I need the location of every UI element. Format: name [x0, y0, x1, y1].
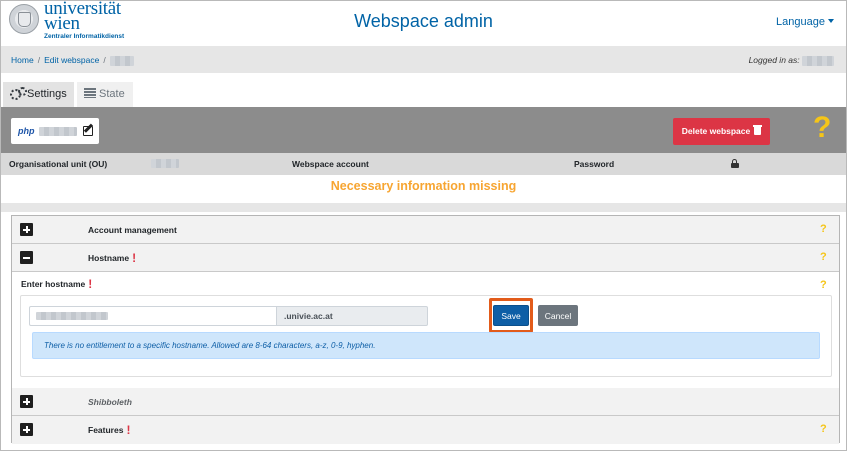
- column-header-row: Organisational unit (OU) Webspace accoun…: [1, 153, 846, 175]
- logo-subtitle: Zentraler Informatikdienst: [44, 33, 125, 40]
- redacted-ou-value: [151, 159, 179, 168]
- lock-icon: [731, 159, 739, 168]
- hostname-panel: Enter hostname! ? .univie.ac.at Save Can…: [12, 272, 839, 389]
- column-account: Webspace account: [292, 159, 369, 169]
- column-ou: Organisational unit (OU): [9, 159, 108, 169]
- breadcrumb-bar: Home / Edit webspace / Logged in as:: [1, 46, 846, 73]
- expand-plus-icon[interactable]: [20, 223, 33, 236]
- section-features[interactable]: Features! ?: [12, 416, 839, 444]
- redacted-php-version: [39, 127, 77, 136]
- delete-webspace-label: Delete webspace: [681, 126, 751, 136]
- php-version-box: php: [11, 118, 99, 144]
- hostname-label-text: Hostname: [88, 253, 130, 263]
- missing-info-alert: Necessary information missing: [330, 179, 517, 193]
- section-hostname[interactable]: Hostname! ?: [12, 244, 839, 272]
- enter-hostname-text: Enter hostname: [21, 279, 86, 289]
- tab-state-label: State: [99, 88, 125, 100]
- php-label: php: [18, 126, 35, 136]
- cancel-button[interactable]: Cancel: [538, 305, 578, 326]
- language-dropdown[interactable]: Language: [776, 16, 834, 28]
- caret-down-icon: [828, 19, 834, 23]
- breadcrumb-separator: /: [37, 55, 41, 65]
- collapse-minus-icon[interactable]: [20, 251, 33, 264]
- table-icon: [84, 88, 96, 98]
- redacted-username: [802, 55, 834, 66]
- help-icon[interactable]: ?: [820, 423, 827, 435]
- language-label: Language: [776, 16, 825, 28]
- logged-in-label: Logged in as:: [748, 55, 800, 65]
- required-icon: !: [132, 251, 137, 265]
- required-icon: !: [88, 277, 93, 291]
- redacted-hostname-value: [36, 312, 108, 320]
- section-features-label: Features!: [88, 423, 131, 437]
- tab-bar: Settings State: [1, 73, 846, 107]
- tab-state[interactable]: State: [77, 82, 133, 107]
- settings-card: Account management ? Hostname! ? Enter h…: [11, 215, 840, 444]
- breadcrumb-edit-webspace-link[interactable]: Edit webspace: [44, 55, 99, 65]
- logged-in-info: Logged in as:: [749, 55, 834, 66]
- app-title: Webspace admin: [354, 11, 493, 31]
- tab-settings-label: Settings: [27, 88, 67, 100]
- delete-webspace-button[interactable]: Delete webspace: [673, 118, 770, 145]
- gears-icon: [10, 87, 27, 100]
- section-account-management[interactable]: Account management ?: [12, 216, 839, 244]
- trash-icon: [753, 125, 763, 135]
- webspace-toolbar: php Delete webspace ?: [1, 107, 846, 153]
- section-divider: [1, 203, 846, 212]
- breadcrumb: Home / Edit webspace /: [11, 55, 134, 66]
- hostname-suffix: .univie.ac.at: [277, 306, 428, 326]
- save-button[interactable]: Save: [493, 305, 529, 326]
- section-account-management-label: Account management: [88, 225, 177, 235]
- help-icon[interactable]: ?: [813, 113, 831, 143]
- app-header: universität wien Zentraler Informatikdien…: [1, 0, 846, 46]
- column-password: Password: [574, 159, 615, 169]
- edit-icon[interactable]: [83, 126, 93, 136]
- section-shibboleth[interactable]: Shibboleth: [12, 388, 839, 416]
- help-icon[interactable]: ?: [820, 251, 827, 263]
- hostname-form: .univie.ac.at Save Cancel There is no en…: [20, 295, 832, 377]
- expand-plus-icon[interactable]: [20, 395, 33, 408]
- features-label-text: Features: [88, 425, 124, 435]
- enter-hostname-label: Enter hostname!: [21, 277, 93, 291]
- tab-settings[interactable]: Settings: [3, 82, 74, 107]
- help-icon[interactable]: ?: [820, 223, 827, 235]
- help-icon[interactable]: ?: [820, 279, 827, 291]
- expand-plus-icon[interactable]: [20, 423, 33, 436]
- breadcrumb-home-link[interactable]: Home: [11, 55, 34, 65]
- redacted-webspace-name: [109, 55, 134, 66]
- section-hostname-label: Hostname!: [88, 251, 137, 265]
- hostname-info-alert: There is no entitlement to a specific ho…: [32, 332, 820, 359]
- required-icon: !: [126, 423, 131, 437]
- breadcrumb-separator: /: [103, 55, 106, 65]
- section-shibboleth-label: Shibboleth: [88, 397, 132, 407]
